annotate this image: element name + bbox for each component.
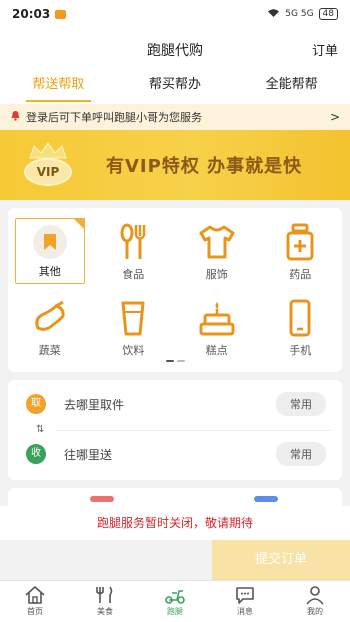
- pickup-text: 去哪里取件: [64, 397, 125, 412]
- category-drinks[interactable]: 饮料: [92, 294, 176, 360]
- nav-label: 消息: [237, 607, 253, 616]
- category-label: 服饰: [205, 268, 228, 281]
- cake-icon: [199, 302, 235, 336]
- category-label: 手机: [289, 344, 312, 357]
- notice-text: 登录后可下单呼叫跑腿小哥为您服务: [26, 111, 202, 124]
- category-grid: 其他 食品 服饰 药品 蔬菜 饮料 糕点 手机: [8, 218, 342, 360]
- eggplant-icon: [35, 300, 65, 331]
- blue-tag-icon: [254, 496, 278, 502]
- status-bar: 20:03 5G 5G 48: [0, 0, 350, 28]
- nav-home[interactable]: 首页: [0, 581, 70, 622]
- category-medicine[interactable]: 药品: [259, 218, 343, 284]
- shirt-icon: [199, 225, 235, 259]
- deliver-text: 往哪里送: [64, 447, 113, 462]
- category-card: 其他 食品 服饰 药品 蔬菜 饮料 糕点 手机: [8, 208, 342, 372]
- fork-spoon-icon: [120, 223, 146, 259]
- page-indicator: [8, 360, 342, 362]
- category-food[interactable]: 食品: [92, 218, 176, 284]
- service-closed-message: 跑腿服务暂时关闭，敬请期待: [0, 506, 350, 540]
- pickup-row[interactable]: 取 去哪里取件 常用: [26, 392, 326, 416]
- tab-buy-errand[interactable]: 帮买帮办: [117, 70, 234, 104]
- category-pastry[interactable]: 糕点: [175, 294, 259, 360]
- category-clothing[interactable]: 服饰: [175, 218, 259, 284]
- service-tabs: 帮送帮取 帮买帮办 全能帮帮: [0, 70, 350, 104]
- phone-icon: [289, 299, 311, 337]
- signal-text: 5G 5G: [285, 9, 314, 19]
- page-dot-active: [165, 360, 174, 362]
- food-icon: [96, 586, 113, 603]
- nav-label: 跑腿: [167, 607, 183, 616]
- red-tag-icon: [90, 496, 114, 502]
- orders-button[interactable]: 订单: [312, 40, 338, 59]
- nav-profile[interactable]: 我的: [280, 581, 350, 622]
- swap-icon[interactable]: ⇅: [36, 424, 44, 435]
- selected-corner: [72, 218, 85, 230]
- status-time: 20:03: [12, 7, 51, 21]
- divider: [56, 430, 332, 431]
- nav-food[interactable]: 美食: [70, 581, 140, 622]
- category-label: 食品: [122, 268, 145, 281]
- bookmark-icon: [32, 225, 67, 259]
- tab-send-pickup[interactable]: 帮送帮取: [0, 70, 117, 104]
- submit-order-button[interactable]: 提交订单: [212, 540, 350, 580]
- battery-indicator: 48: [318, 8, 338, 20]
- category-label: 药品: [289, 268, 312, 281]
- category-phone[interactable]: 手机: [259, 294, 343, 360]
- nav-label: 首页: [27, 607, 43, 616]
- category-vegetables[interactable]: 蔬菜: [8, 294, 92, 360]
- nav-label: 我的: [307, 607, 323, 616]
- nav-label: 美食: [97, 607, 113, 616]
- status-indicators: 5G 5G 48: [267, 8, 338, 21]
- header: 跑腿代购 订单: [0, 28, 350, 70]
- category-label: 糕点: [205, 344, 228, 357]
- deliver-row[interactable]: 收 往哪里送 常用: [26, 442, 326, 466]
- next-card-peek: [8, 488, 342, 508]
- pickup-frequent-button[interactable]: 常用: [276, 392, 326, 416]
- scooter-icon: [165, 590, 185, 604]
- category-label: 饮料: [122, 344, 145, 357]
- category-other[interactable]: 其他: [14, 218, 85, 284]
- nav-errand[interactable]: 跑腿: [140, 581, 210, 622]
- vip-badge: VIP: [24, 158, 72, 186]
- category-label: 其他: [38, 265, 61, 278]
- tab-all-help[interactable]: 全能帮帮: [233, 70, 350, 104]
- home-icon: [25, 586, 45, 604]
- deliver-badge: 收: [26, 444, 46, 464]
- user-icon: [306, 586, 324, 605]
- address-card: 取 去哪里取件 常用 ⇅ 收 往哪里送 常用: [8, 380, 342, 480]
- wifi-icon: [267, 8, 280, 21]
- medicine-icon: [286, 223, 314, 261]
- notification-icon: [55, 9, 67, 19]
- bottom-nav: 首页 美食 跑腿 消息 我的: [0, 580, 350, 622]
- pickup-badge: 取: [26, 394, 46, 414]
- vip-banner[interactable]: VIP 有VIP特权 办事就是快: [0, 130, 350, 200]
- chevron-right-icon: >: [329, 110, 340, 124]
- page-title: 跑腿代购: [147, 43, 203, 59]
- login-notice[interactable]: 登录后可下单呼叫跑腿小哥为您服务 >: [0, 104, 350, 130]
- deliver-frequent-button[interactable]: 常用: [276, 442, 326, 466]
- category-label: 蔬菜: [38, 344, 61, 357]
- vip-slogan: 有VIP特权 办事就是快: [106, 156, 303, 177]
- cup-icon: [121, 301, 145, 336]
- bell-icon: [10, 110, 21, 124]
- message-icon: [236, 587, 254, 604]
- nav-messages[interactable]: 消息: [210, 581, 280, 622]
- page-dot: [176, 360, 185, 362]
